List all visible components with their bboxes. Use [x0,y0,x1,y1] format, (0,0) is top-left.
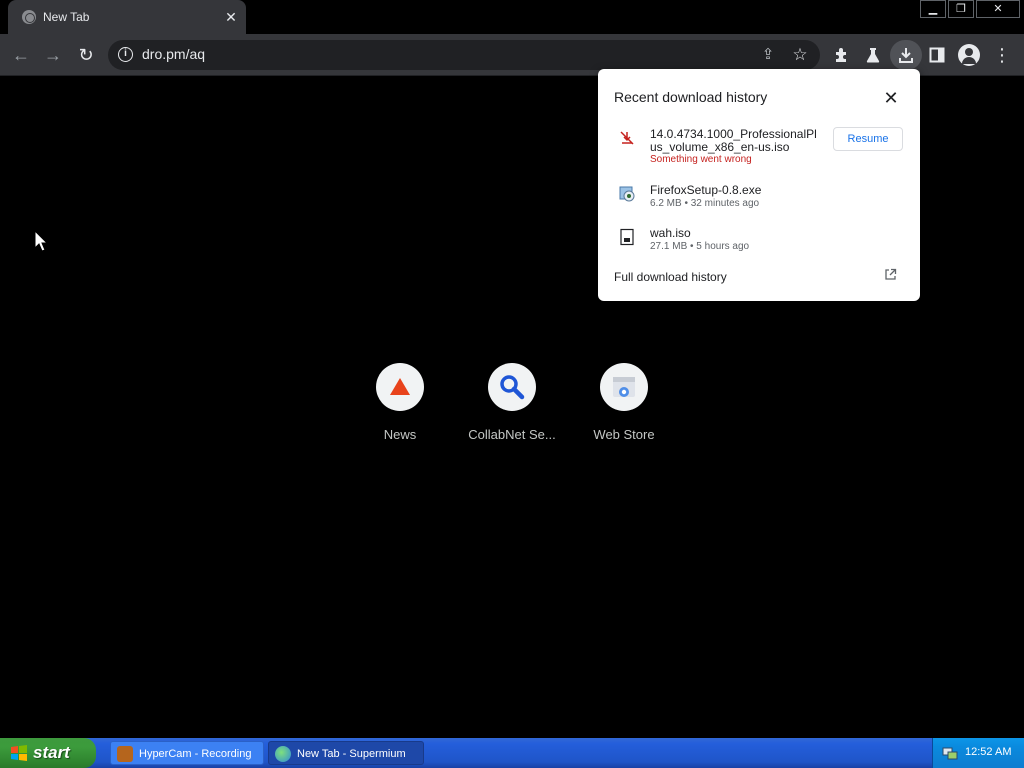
webstore-icon [600,363,648,411]
download-status: 27.1 MB • 5 hours ago [650,241,750,252]
labs-flask-icon[interactable] [862,44,884,66]
window-close-button[interactable]: ✕ [976,0,1020,18]
share-icon[interactable]: ⇪ [758,45,778,65]
download-icon[interactable] [890,40,922,70]
close-icon[interactable]: ✕ [882,89,900,107]
bookmark-star-icon[interactable]: ☆ [790,45,810,65]
taskbar: start HyperCam - Recording New Tab - Sup… [0,738,1024,768]
profile-avatar-icon[interactable] [958,44,980,66]
taskbar-item-supermium[interactable]: New Tab - Supermium [268,741,424,765]
download-status: Something went wrong [650,154,752,165]
back-arrow-icon[interactable]: ← [10,44,32,66]
shortcut-label: News [383,427,417,442]
full-download-history-link[interactable]: Full download history [614,270,727,284]
tab-title: New Tab [43,10,90,24]
globe-icon [22,10,36,24]
exe-file-icon [618,185,636,203]
download-bubble-title: Recent download history [614,89,768,105]
magnifier-icon [488,363,536,411]
site-info-icon[interactable]: i [118,47,133,62]
download-status: 6.2 MB • 32 minutes ago [650,198,760,209]
download-filename: 14.0.4734.1000_ProfessionalPlus_volume_x… [650,127,817,154]
extensions-puzzle-icon[interactable] [831,44,853,66]
supermium-icon [275,746,291,762]
forward-arrow-icon[interactable]: → [42,44,64,66]
more-menu-icon[interactable]: ⋮ [991,44,1013,66]
triangle-icon [376,363,424,411]
network-icon[interactable] [942,745,958,761]
tab-new-tab[interactable]: New Tab ✕ [8,0,246,34]
taskbar-item-hypercam[interactable]: HyperCam - Recording [110,741,264,765]
taskbar-item-label: HyperCam - Recording [139,748,252,760]
shortcut-news[interactable]: News [344,363,456,442]
reload-icon[interactable]: ↻ [75,44,97,66]
taskbar-item-label: New Tab - Supermium [297,748,406,760]
download-bubble: Recent download history ✕ 14.0.4734.1000… [598,69,920,301]
window-controls: ▁ ❐ ✕ [918,0,1020,20]
windows-logo-icon [10,745,28,761]
start-label: start [33,743,70,762]
title-bar: New Tab ✕ ▁ ❐ ✕ [0,0,1024,34]
shortcut-collabnet[interactable]: CollabNet Se... [456,363,568,442]
external-link-icon[interactable] [884,268,898,282]
tab-close-icon[interactable]: ✕ [223,9,239,25]
screen: New Tab ✕ ▁ ❐ ✕ ← → ↻ i dro.pm/aq ⇪ ☆ ⋮ … [0,0,1024,768]
resume-button[interactable]: Resume [833,127,903,151]
download-filename: wah.iso [650,226,691,240]
start-button[interactable]: start [0,738,96,768]
address-bar[interactable]: i dro.pm/aq ⇪ ☆ [108,40,820,70]
download-filename: FirefoxSetup-0.8.exe [650,183,762,197]
side-panel-icon[interactable] [926,44,948,66]
restore-button[interactable]: ❐ [948,0,974,18]
shortcut-label: CollabNet Se... [468,427,556,442]
download-failed-icon [618,129,636,147]
url-text[interactable]: dro.pm/aq [142,46,205,62]
iso-file-icon [618,228,636,246]
hypercam-icon [117,746,133,762]
system-tray: 12:52 AM [932,738,1024,768]
clock: 12:52 AM [965,746,1012,758]
shortcut-label: Web Store [593,427,655,442]
minimize-button[interactable]: ▁ [920,0,946,18]
shortcut-webstore[interactable]: Web Store [568,363,680,442]
